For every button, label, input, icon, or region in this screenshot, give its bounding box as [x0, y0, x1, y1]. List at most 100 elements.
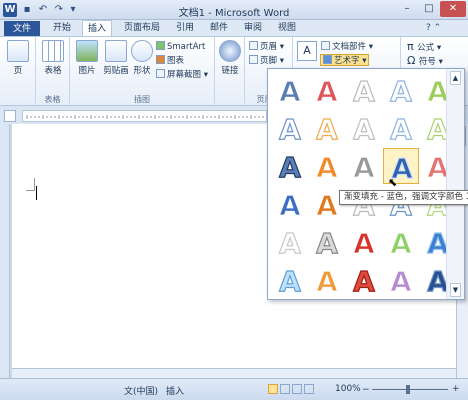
wordart-style-item[interactable]: A: [272, 72, 308, 108]
web-layout-icon[interactable]: [292, 384, 302, 394]
quickparts-button[interactable]: 文档部件 ▾: [321, 41, 373, 53]
text-cursor: [36, 186, 37, 200]
table-button[interactable]: 表格: [39, 40, 67, 76]
tab-page-layout[interactable]: 页面布局: [116, 20, 168, 37]
tab-references[interactable]: 引用: [170, 20, 200, 37]
wordart-style-item[interactable]: A: [309, 262, 345, 298]
tab-file[interactable]: 文件: [4, 21, 40, 37]
language-status[interactable]: 文(中国): [124, 384, 158, 397]
zoom-out-icon[interactable]: −: [362, 385, 370, 395]
picture-icon: [76, 40, 98, 62]
svg-text:A: A: [316, 227, 338, 260]
pages-button[interactable]: 页: [4, 40, 32, 76]
wordart-style-item[interactable]: A: [383, 262, 419, 298]
help-icon[interactable]: ? ⌃: [426, 23, 441, 33]
status-bar: 文(中国) 插入 100% − +: [0, 378, 468, 400]
screenshot-button[interactable]: 屏幕截图 ▾: [156, 69, 208, 81]
svg-text:A: A: [390, 265, 412, 298]
vertical-ruler[interactable]: [0, 124, 10, 378]
insert-mode-status[interactable]: 插入: [166, 384, 184, 397]
page-icon: [7, 40, 29, 62]
svg-text:A: A: [353, 113, 375, 146]
wordart-letter-a-icon: A: [353, 150, 376, 184]
wordart-letter-a-icon: A: [353, 264, 376, 298]
svg-text:A: A: [316, 189, 338, 222]
tab-view[interactable]: 视图: [272, 20, 302, 37]
wordart-style-item[interactable]: A: [309, 110, 345, 146]
header-icon: [249, 41, 258, 50]
wordart-style-item[interactable]: A: [272, 262, 308, 298]
wordart-letter-a-icon: A: [353, 226, 376, 260]
svg-text:A: A: [390, 227, 412, 260]
wordart-style-item[interactable]: A: [272, 186, 308, 222]
wordart-style-item[interactable]: A: [346, 224, 382, 260]
gallery-scroll-down-icon[interactable]: ▼: [450, 283, 461, 297]
gallery-scroll-up-icon[interactable]: ▲: [450, 71, 461, 85]
wordart-letter-a-icon: A: [316, 74, 339, 108]
clipart-button[interactable]: 剪贴画: [102, 40, 130, 76]
zoom-in-icon[interactable]: +: [452, 384, 460, 394]
wordart-letter-a-icon: A: [390, 264, 413, 298]
wordart-style-item[interactable]: A: [272, 110, 308, 146]
tab-insert[interactable]: 插入: [82, 20, 112, 37]
tab-selector-icon[interactable]: [4, 110, 16, 122]
wordart-style-item[interactable]: A: [383, 110, 419, 146]
smartart-icon: [156, 41, 165, 50]
wordart-style-item[interactable]: A: [346, 148, 382, 184]
wordart-style-item[interactable]: A: [309, 72, 345, 108]
wordart-style-item[interactable]: A: [346, 110, 382, 146]
wordart-style-item[interactable]: A: [309, 148, 345, 184]
smartart-button[interactable]: SmartArt: [156, 41, 205, 53]
zoom-slider-thumb[interactable]: [406, 385, 410, 394]
wordart-button[interactable]: 艺术字 ▾: [320, 54, 370, 66]
horizontal-ruler[interactable]: [22, 110, 267, 122]
wordart-letter-a-icon: A: [316, 264, 339, 298]
chart-icon: [156, 55, 165, 64]
maximize-button[interactable]: □: [418, 1, 440, 17]
svg-text:A: A: [279, 75, 301, 108]
wordart-letter-a-icon: A: [390, 226, 413, 260]
svg-text:A: A: [279, 265, 301, 298]
shapes-icon: [131, 40, 153, 62]
tables-group-label: 表格: [44, 95, 61, 104]
picture-button[interactable]: 图片: [72, 40, 102, 76]
links-button[interactable]: 链接: [217, 40, 243, 76]
wordart-style-item[interactable]: A: [309, 224, 345, 260]
table-icon: [42, 40, 64, 62]
wordart-style-item[interactable]: A: [346, 262, 382, 298]
svg-text:A: A: [353, 265, 375, 298]
close-button[interactable]: ✕: [440, 1, 466, 17]
tab-mailings[interactable]: 邮件: [204, 20, 234, 37]
symbol-button[interactable]: Ω 符号 ▾: [407, 55, 443, 68]
equation-button[interactable]: π 公式 ▾: [407, 40, 441, 54]
view-buttons: [268, 384, 330, 395]
textbox-icon[interactable]: A: [297, 41, 317, 61]
footer-button[interactable]: 页脚 ▾: [249, 55, 284, 67]
shapes-button[interactable]: 形状: [130, 40, 154, 76]
chart-button[interactable]: 图表: [156, 55, 184, 67]
zoom-level[interactable]: 100%: [335, 384, 361, 394]
horizontal-scrollbar[interactable]: [12, 368, 456, 378]
pi-icon: π: [407, 40, 418, 53]
wordart-letter-a-icon: A: [316, 112, 339, 146]
screenshot-icon: [156, 69, 165, 78]
wordart-style-item[interactable]: A: [346, 72, 382, 108]
wordart-style-tooltip: 渐变填充 - 蓝色，强调文字颜色 1: [339, 190, 468, 205]
zoom-slider[interactable]: [372, 389, 448, 390]
wordart-style-item[interactable]: A: [272, 148, 308, 184]
wordart-style-item[interactable]: A: [383, 72, 419, 108]
header-button[interactable]: 页眉 ▾: [249, 41, 284, 53]
tab-review[interactable]: 审阅: [238, 20, 268, 37]
tab-home[interactable]: 开始: [44, 20, 80, 37]
outline-icon[interactable]: [304, 384, 314, 394]
wordart-style-item[interactable]: A: [272, 224, 308, 260]
globe-link-icon: [219, 40, 241, 62]
print-layout-icon[interactable]: [268, 384, 278, 394]
wordart-letter-a-icon: A: [279, 226, 302, 260]
pages-group: 页: [0, 37, 36, 107]
minimize-button[interactable]: –: [396, 1, 418, 17]
gallery-scrollbar[interactable]: ▲ ▼: [446, 69, 464, 299]
full-screen-reading-icon[interactable]: [280, 384, 290, 394]
wordart-gallery: AAAAAAAAAAAAAAAAAAAAAAAAAAAAAA: [267, 68, 465, 300]
wordart-style-item[interactable]: A: [383, 224, 419, 260]
